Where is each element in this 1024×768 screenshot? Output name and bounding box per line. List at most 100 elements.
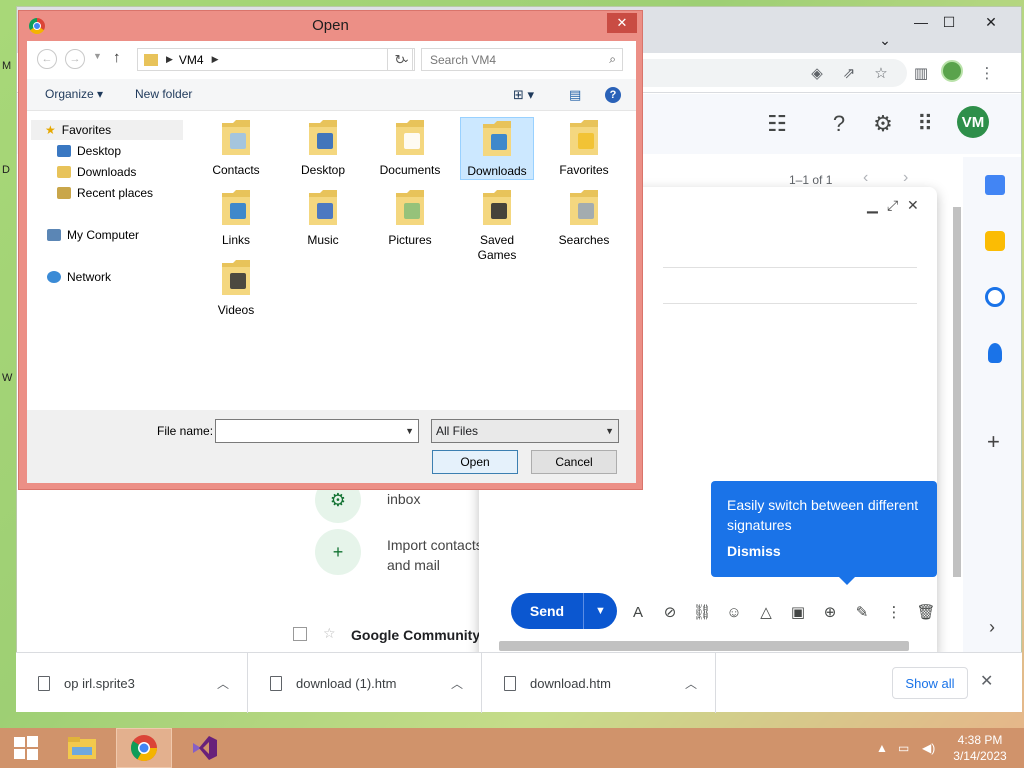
network-tray-icon[interactable]: ▭ <box>898 728 909 768</box>
insert-link-icon[interactable]: ⛓ <box>691 601 713 623</box>
import-contacts-icon[interactable]: + <box>315 529 361 575</box>
attach-file-icon[interactable]: ⊘ <box>659 601 681 623</box>
help-icon[interactable]: ? <box>821 106 857 142</box>
close-downloads-icon[interactable]: ✕ <box>980 671 993 691</box>
discard-trash-icon[interactable]: 🗑 <box>915 601 937 623</box>
folder-item-saved-games[interactable]: Saved Games <box>460 187 534 263</box>
emoji-icon[interactable]: ☺ <box>723 601 745 623</box>
account-avatar[interactable]: VM <box>957 106 989 138</box>
filetype-select[interactable]: All Files ▼ <box>431 419 619 443</box>
filter-settings-icon[interactable]: ☷ <box>759 106 795 142</box>
nav-my-computer[interactable]: My Computer <box>47 228 139 242</box>
maximize-button[interactable]: ☐ <box>933 7 965 37</box>
download-item[interactable]: op irl.sprite3 ︿ <box>16 653 248 713</box>
download-item[interactable]: download.htm ︿ <box>482 653 716 713</box>
start-windows-icon[interactable] <box>0 728 52 768</box>
share-icon[interactable]: ⇗ <box>837 61 861 85</box>
open-button[interactable]: Open <box>432 450 518 474</box>
file-explorer-icon[interactable] <box>56 728 108 768</box>
drive-icon[interactable]: △ <box>755 601 777 623</box>
recent-locations-icon[interactable]: ▼ <box>93 51 102 61</box>
list-item[interactable]: Google Community <box>351 627 480 643</box>
desktop-icon-label: D <box>2 164 10 176</box>
nav-recent-places[interactable]: Recent places <box>57 186 153 200</box>
folder-label: Videos <box>217 303 255 317</box>
search-input[interactable]: Search VM4 ⌕ <box>421 48 623 71</box>
horizontal-scrollbar[interactable] <box>499 641 909 651</box>
star-icon[interactable]: ☆ <box>323 625 336 642</box>
filename-input[interactable]: ▼ <box>215 419 419 443</box>
chevron-up-icon[interactable]: ︿ <box>451 675 463 692</box>
help-icon[interactable]: ? <box>605 87 621 103</box>
preview-pane-icon[interactable]: ▤ <box>569 87 581 103</box>
eye-icon[interactable]: ◈ <box>805 61 829 85</box>
schedule-send-dropdown[interactable]: ▼ <box>583 593 617 629</box>
folder-item-contacts[interactable]: Contacts <box>199 117 273 178</box>
folder-item-favorites[interactable]: Favorites <box>547 117 621 178</box>
back-icon[interactable]: ← <box>37 49 57 69</box>
filetype-dropdown-icon[interactable]: ▼ <box>605 426 614 436</box>
bookmark-star-icon[interactable]: ☆ <box>869 61 893 85</box>
filename-dropdown-icon[interactable]: ▼ <box>405 426 414 436</box>
star-icon: ★ <box>45 123 56 137</box>
chrome-menu-icon[interactable]: ⋮ <box>975 61 999 85</box>
send-button[interactable]: Send <box>511 593 583 629</box>
nav-network[interactable]: Network <box>47 270 111 284</box>
visual-studio-icon[interactable] <box>178 728 230 768</box>
up-folder-icon[interactable]: ↑ <box>113 49 121 66</box>
new-folder-button[interactable]: New folder <box>135 87 192 101</box>
folder-item-downloads[interactable]: Downloads <box>460 117 534 180</box>
side-panel-icon[interactable]: ▥ <box>909 61 933 85</box>
refresh-icon[interactable]: ↻ <box>387 48 413 71</box>
breadcrumb-item[interactable]: VM4 <box>179 53 204 67</box>
volume-tray-icon[interactable]: ◀) <box>922 728 935 768</box>
chevron-up-icon[interactable]: ︿ <box>685 675 697 692</box>
nav-favorites[interactable]: ★ Favorites <box>31 120 183 140</box>
view-options-icon[interactable]: ⊞ ▾ <box>513 87 534 103</box>
cancel-button[interactable]: Cancel <box>531 450 617 474</box>
more-options-icon[interactable]: ⋮ <box>883 601 905 623</box>
close-window-button[interactable]: ✕ <box>975 7 1007 37</box>
close-dialog-button[interactable]: ✕ <box>607 13 637 33</box>
compose-scrollbar[interactable] <box>953 207 961 577</box>
folder-item-music[interactable]: Music <box>286 187 360 248</box>
system-clock[interactable]: 4:38 PM 3/14/2023 <box>950 732 1010 764</box>
folder-item-desktop[interactable]: Desktop <box>286 117 360 178</box>
confidential-mode-icon[interactable]: ⊕ <box>819 601 841 623</box>
folder-item-documents[interactable]: Documents <box>373 117 447 178</box>
show-all-button[interactable]: Show all <box>892 667 968 699</box>
dismiss-button[interactable]: Dismiss <box>727 543 921 559</box>
insert-photo-icon[interactable]: ▣ <box>787 601 809 623</box>
organize-button[interactable]: Organize ▾ <box>45 87 103 101</box>
calendar-icon[interactable] <box>985 175 1005 195</box>
apps-grid-icon[interactable]: ⠿ <box>907 106 943 142</box>
close-compose-icon[interactable]: ✕ <box>907 197 919 214</box>
formatting-options-icon[interactable]: A <box>627 601 649 623</box>
folder-item-videos[interactable]: Videos <box>199 257 273 318</box>
row-checkbox[interactable] <box>293 627 307 641</box>
chrome-taskbar-icon[interactable] <box>116 728 172 768</box>
address-breadcrumb[interactable]: ▶ VM4 ▶ ⌄ <box>137 48 415 71</box>
settings-gear-icon[interactable]: ⚙ <box>865 106 901 142</box>
chevron-up-icon[interactable]: ︿ <box>217 675 229 692</box>
folder-item-searches[interactable]: Searches <box>547 187 621 248</box>
profile-avatar-icon[interactable] <box>941 60 963 82</box>
signature-pen-icon[interactable]: ✎ <box>851 601 873 623</box>
previous-page-icon[interactable]: ‹ <box>863 169 868 187</box>
tray-overflow-icon[interactable]: ▲ <box>876 728 888 768</box>
download-item[interactable]: download (1).htm ︿ <box>248 653 482 713</box>
folder-item-pictures[interactable]: Pictures <box>373 187 447 248</box>
keep-icon[interactable] <box>985 231 1005 251</box>
fullscreen-compose-icon[interactable]: ⤢ <box>887 197 898 214</box>
forward-icon[interactable]: → <box>65 49 85 69</box>
tab-search-button[interactable]: ⌄ <box>869 25 901 55</box>
contacts-icon[interactable] <box>988 343 1002 363</box>
minimize-compose-icon[interactable]: ▁ <box>867 197 878 214</box>
add-addon-icon[interactable]: + <box>987 429 1000 455</box>
expand-panel-icon[interactable]: › <box>989 617 995 638</box>
next-page-icon[interactable]: › <box>903 169 908 187</box>
nav-desktop[interactable]: Desktop <box>57 144 121 158</box>
folder-item-links[interactable]: Links <box>199 187 273 248</box>
tasks-icon[interactable] <box>985 287 1005 307</box>
nav-downloads[interactable]: Downloads <box>57 165 136 179</box>
